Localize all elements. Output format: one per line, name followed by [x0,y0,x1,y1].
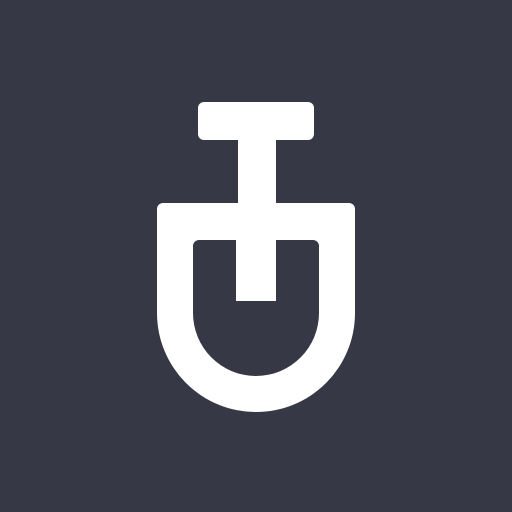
app-icon-canvas [0,0,512,512]
shovel-blade [157,203,355,412]
shovel-icon [157,102,355,412]
shovel-handle-grip [198,102,314,140]
